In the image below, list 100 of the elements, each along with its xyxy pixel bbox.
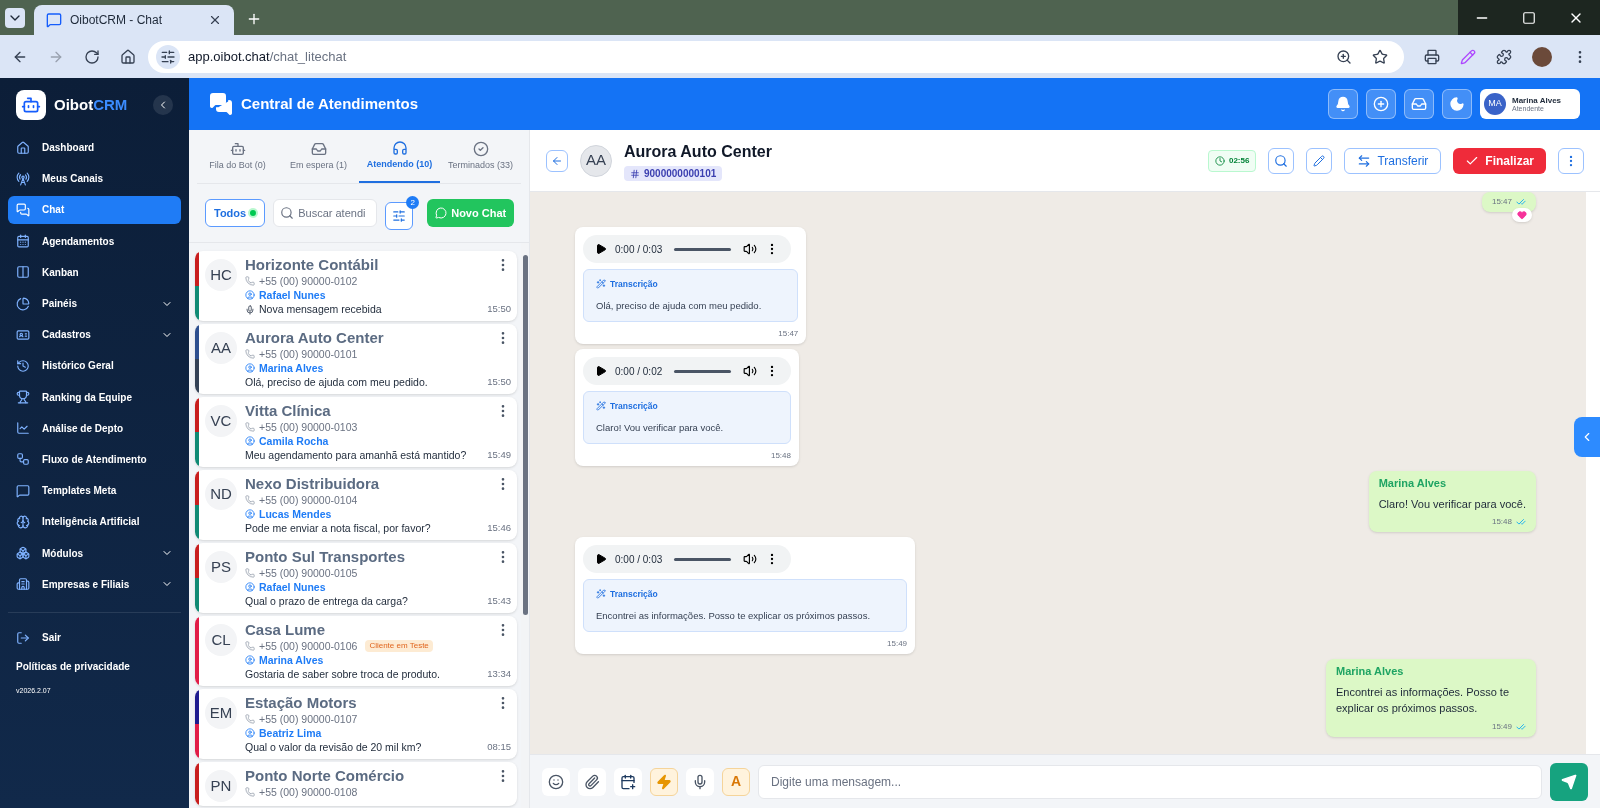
logout-link[interactable]: Sair [42, 630, 61, 646]
printer-icon[interactable] [1424, 48, 1440, 65]
close-tab-icon[interactable] [208, 13, 222, 27]
all-filter-button[interactable]: Todos [205, 199, 266, 227]
message-time: 13:34 [487, 667, 511, 682]
sidebar-item[interactable]: Fluxo de Atendimento [8, 445, 181, 474]
page-title: Central de Atendimentos [241, 93, 418, 114]
contact-name: Ponto Norte Comércio [245, 766, 406, 785]
site-info-icon[interactable] [156, 44, 180, 69]
queue-tab[interactable]: Atendendo (10) [359, 130, 440, 183]
message-input[interactable]: Digite uma mensagem... [758, 764, 1542, 799]
maximize-icon[interactable] [1522, 10, 1536, 25]
phone-icon [245, 787, 255, 797]
chat-bubbles-icon [16, 202, 30, 217]
sidebar-item[interactable]: Histórico Geral [8, 351, 181, 380]
side-panel-toggle[interactable] [1574, 417, 1600, 457]
phone-number: +55 (00) 90000-0104 [259, 493, 358, 507]
bell-icon [1335, 96, 1351, 112]
chat-bubble-icon [435, 207, 448, 219]
home-icon[interactable] [120, 48, 136, 65]
avatar: AA [205, 332, 237, 364]
sidebar-item[interactable]: Módulos [8, 539, 181, 568]
volume-icon[interactable] [743, 364, 757, 378]
audio-player[interactable]: 0:00 / 0:02 [583, 357, 791, 385]
pen-icon[interactable] [1460, 48, 1476, 65]
reload-icon[interactable] [84, 48, 100, 65]
inbox-button[interactable] [1404, 89, 1434, 119]
finish-button[interactable]: Finalizar [1453, 147, 1546, 174]
sidebar-item[interactable]: Kanban [8, 258, 181, 287]
play-icon[interactable] [595, 553, 607, 565]
scrollbar[interactable] [1586, 192, 1600, 754]
magic-wand-icon [596, 401, 606, 412]
sender-name: Marina Alves [1336, 664, 1405, 679]
search-button[interactable] [1268, 147, 1295, 174]
add-button[interactable] [1366, 89, 1396, 119]
message-preview: Qual o prazo de entrega da carga? [245, 594, 409, 609]
microphone-button[interactable] [686, 767, 714, 796]
sidebar-item[interactable]: Chat [8, 195, 181, 224]
transcription-text: Olá, preciso de ajuda com meu pedido. [596, 298, 763, 313]
logo-icon [16, 90, 46, 120]
collapse-button[interactable] [153, 95, 173, 115]
audio-track [674, 369, 731, 373]
sidebar-item[interactable]: Agendamentos [8, 227, 181, 256]
queue-tab[interactable]: Em espera (1) [278, 130, 359, 183]
message-time: 15:47 [1491, 196, 1512, 208]
queue-tab[interactable]: Terminados (33) [440, 130, 521, 183]
audio-track [674, 557, 731, 561]
attach-button[interactable] [578, 767, 606, 796]
message-preview: Qual o valor da revisão de 20 mil km? [245, 740, 423, 755]
edit-button[interactable] [1306, 147, 1333, 174]
filter-button[interactable] [385, 202, 414, 230]
sidebar-item[interactable]: Análise de Depto [8, 414, 181, 443]
notifications-button[interactable] [1328, 89, 1358, 119]
sidebar-item[interactable]: Templates Meta [8, 476, 181, 505]
queue-tab[interactable]: Fila do Bot (0) [197, 130, 278, 183]
profile-avatar[interactable] [1532, 46, 1552, 67]
sidebar-item[interactable]: Dashboard [8, 133, 181, 162]
pie-chart-icon [16, 296, 30, 311]
sidebar-item[interactable]: Cadastros [8, 320, 181, 349]
audio-player[interactable]: 0:00 / 0:03 [583, 545, 791, 573]
search-field[interactable]: Buscar atendi [273, 199, 378, 227]
phone-icon [245, 714, 255, 724]
message-time: 15:50 [487, 375, 511, 390]
agent-name: Marina Alves [259, 361, 324, 375]
zoom-icon[interactable] [1336, 48, 1352, 65]
sidebar-item[interactable]: Painéis [8, 289, 181, 318]
user-icon [245, 290, 255, 300]
message-preview: Gostaria de saber sobre troca de produto. [245, 667, 441, 682]
schedule-button[interactable] [614, 767, 642, 796]
phone-icon [245, 276, 255, 286]
message-time: 15:47 [778, 328, 799, 340]
antenna-icon [16, 171, 30, 186]
audio-player[interactable]: 0:00 / 0:03 [583, 235, 791, 263]
extensions-icon[interactable] [1496, 48, 1512, 65]
transfer-button[interactable]: Transferir [1344, 147, 1442, 174]
history-icon [16, 358, 30, 373]
play-icon[interactable] [595, 365, 607, 377]
send-button[interactable] [1550, 762, 1588, 801]
phone-number: +55 (00) 90000-0105 [259, 566, 358, 580]
bookmark-icon[interactable] [1372, 48, 1388, 65]
new-tab-icon[interactable] [246, 11, 262, 27]
user-icon [245, 436, 255, 446]
sidebar-item[interactable]: Ranking da Equipe [8, 383, 181, 412]
phone-number: +55 (00) 90000-0101 [259, 347, 358, 361]
id-card-icon [16, 327, 30, 342]
play-icon[interactable] [595, 243, 607, 255]
dark-mode-button[interactable] [1442, 89, 1472, 119]
emoji-button[interactable] [542, 767, 570, 796]
contact-name: Horizonte Contábil [245, 255, 380, 274]
volume-icon[interactable] [743, 242, 757, 256]
inbox-icon [1411, 96, 1427, 112]
sidebar-item[interactable]: Empresas e Filiais [8, 570, 181, 599]
contact-name: Nexo Distribuidora [245, 474, 381, 493]
address-bar[interactable]: app.oibot.chat/chat_litechat [148, 40, 1404, 73]
calendar-plus-icon [620, 773, 636, 790]
volume-icon[interactable] [743, 552, 757, 566]
sidebar-item[interactable]: Inteligência Artificial [8, 507, 181, 536]
sidebar-item[interactable]: Meus Canais [8, 164, 181, 193]
privacy-link[interactable]: Políticas de privacidade [8, 658, 181, 674]
tab-list-icon[interactable] [5, 7, 25, 28]
